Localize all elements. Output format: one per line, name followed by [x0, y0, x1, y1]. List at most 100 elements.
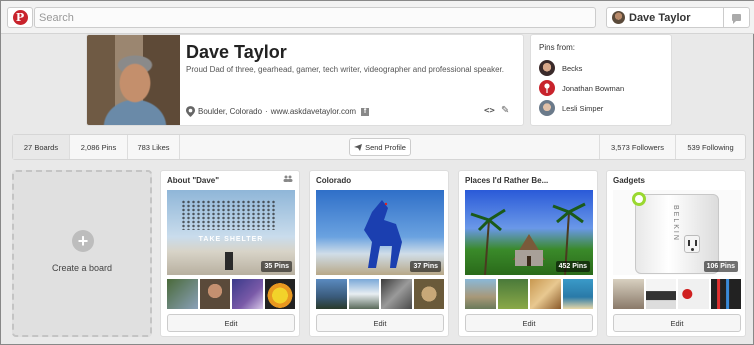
- followers-count: 3,573 Followers: [611, 142, 664, 152]
- likes-count: 783 Likes: [137, 142, 170, 152]
- pins-from-item[interactable]: Jonathan Bowman: [539, 80, 624, 96]
- pins-from-card: Pins from: Becks Jonathan Bowman Lesli S…: [530, 34, 672, 126]
- pins-from-item[interactable]: Lesli Simper: [539, 100, 603, 116]
- location-pin-icon: [186, 106, 195, 117]
- edit-board-button[interactable]: Edit: [613, 314, 741, 332]
- edit-board-button[interactable]: Edit: [316, 314, 444, 332]
- thumbnail[interactable]: [710, 279, 741, 309]
- thumbnail[interactable]: [199, 279, 230, 309]
- thumbnail[interactable]: [465, 279, 496, 309]
- pins-from-title: Pins from:: [539, 43, 576, 52]
- group-board-icon: [283, 175, 293, 184]
- profile-bio: Proud Dad of three, gearhead, gamer, tec…: [186, 65, 504, 74]
- pins-from-item[interactable]: Becks: [539, 60, 582, 76]
- board-card[interactable]: About "Dave" TAKE SHELTER 35 Pins Edit: [160, 170, 300, 337]
- thumbnail[interactable]: [645, 279, 676, 309]
- figure: [225, 252, 233, 270]
- board-cover-image[interactable]: 452 Pins: [465, 190, 593, 275]
- board-card[interactable]: Colorado 37 Pins Edit: [309, 170, 449, 337]
- cover-text: TAKE SHELTER: [198, 236, 264, 243]
- tab-likes[interactable]: 783 Likes: [128, 135, 180, 159]
- search-input[interactable]: Search: [34, 7, 596, 28]
- pins-from-name: Lesli Simper: [562, 103, 604, 113]
- tab-following[interactable]: 539 Following: [675, 135, 745, 159]
- thumbnail[interactable]: [497, 279, 528, 309]
- embed-icon[interactable]: <>: [484, 106, 495, 116]
- pin-count-badge: 37 Pins: [410, 261, 441, 272]
- cover-text: BELKIN: [672, 205, 679, 242]
- profile-card: Dave Taylor Proud Dad of three, gearhead…: [86, 34, 524, 126]
- avatar: [539, 80, 555, 96]
- thumbnail[interactable]: [167, 279, 198, 309]
- pin-count-badge: 452 Pins: [555, 261, 590, 272]
- thumbnail[interactable]: [413, 279, 444, 309]
- pinterest-logo-icon: P: [12, 10, 28, 25]
- edit-label: Edit: [522, 318, 536, 328]
- board-card[interactable]: Places I'd Rather Be... 452 Pins Edit: [458, 170, 598, 337]
- profile-location: Boulder, Colorado: [198, 107, 263, 116]
- board-title: Places I'd Rather Be...: [465, 176, 549, 185]
- thumbnail[interactable]: [232, 279, 263, 309]
- board-thumbnails: [167, 279, 295, 309]
- user-menu-button[interactable]: Dave Taylor: [606, 7, 724, 28]
- edit-label: Edit: [224, 318, 238, 328]
- thumbnail[interactable]: [316, 279, 347, 309]
- facebook-icon[interactable]: f: [361, 107, 370, 116]
- edit-label: Edit: [373, 318, 387, 328]
- send-icon: [354, 143, 363, 151]
- messages-button[interactable]: [724, 7, 750, 28]
- top-bar: P Search Dave Taylor: [1, 1, 754, 34]
- power-indicator: [632, 192, 646, 206]
- tab-pins[interactable]: 2,086 Pins: [70, 135, 128, 159]
- pins-count: 2,086 Pins: [80, 142, 117, 152]
- pinterest-logo-button[interactable]: P: [7, 7, 33, 28]
- outlet-socket: [684, 235, 700, 253]
- avatar: [539, 100, 555, 116]
- board-thumbnails: [465, 279, 593, 309]
- user-name: Dave Taylor: [629, 11, 691, 24]
- profile-location-row: Boulder, Colorado · www.askdavetaylor.co…: [186, 106, 370, 117]
- avatar: [612, 11, 625, 24]
- profile-website-link[interactable]: www.askdavetaylor.com: [271, 107, 356, 116]
- location-separator: ·: [265, 107, 268, 116]
- profile-stats-bar: 27 Boards 2,086 Pins 783 Likes Send Prof…: [12, 134, 746, 160]
- pin-count-badge: 106 Pins: [703, 261, 738, 272]
- edit-label: Edit: [670, 318, 684, 328]
- pin-count-badge: 35 Pins: [261, 261, 292, 272]
- board-cover-image[interactable]: 37 Pins: [316, 190, 444, 275]
- profile-name: Dave Taylor: [186, 42, 287, 62]
- thumbnail[interactable]: [348, 279, 379, 309]
- profile-photo[interactable]: [87, 35, 180, 125]
- edit-board-button[interactable]: Edit: [465, 314, 593, 332]
- edit-pencil-icon[interactable]: ✎: [501, 105, 509, 116]
- thumbnail[interactable]: [381, 279, 412, 309]
- board-thumbnails: [613, 279, 741, 309]
- send-profile-button[interactable]: Send Profile: [349, 138, 411, 156]
- board-cover-image[interactable]: TAKE SHELTER 35 Pins: [167, 190, 295, 275]
- board-card[interactable]: Gadgets BELKIN 106 Pins Edit: [606, 170, 746, 337]
- board-title: About "Dave": [167, 176, 220, 185]
- avatar: [539, 60, 555, 76]
- plus-icon: +: [72, 230, 94, 252]
- pushpin-icon: [544, 83, 550, 93]
- board-title: Gadgets: [613, 176, 646, 185]
- pins-from-name: Jonathan Bowman: [562, 83, 625, 93]
- edit-board-button[interactable]: Edit: [167, 314, 295, 332]
- board-title: Colorado: [316, 176, 352, 185]
- thumbnail[interactable]: [264, 279, 295, 309]
- thumbnail[interactable]: [562, 279, 593, 309]
- create-board-button[interactable]: + Create a board: [12, 170, 152, 337]
- boards-count: 27 Boards: [23, 142, 59, 152]
- board-thumbnails: [316, 279, 444, 309]
- pins-from-name: Becks: [562, 63, 583, 73]
- tab-followers[interactable]: 3,573 Followers: [599, 135, 675, 159]
- thumbnail[interactable]: [530, 279, 561, 309]
- tab-boards[interactable]: 27 Boards: [13, 135, 70, 159]
- thumbnail[interactable]: [613, 279, 644, 309]
- board-cover-image[interactable]: BELKIN 106 Pins: [613, 190, 741, 275]
- following-count: 539 Following: [687, 142, 734, 152]
- create-board-label: Create a board: [51, 263, 113, 273]
- send-profile-label: Send Profile: [365, 142, 406, 152]
- thumbnail[interactable]: [678, 279, 709, 309]
- birds-flock: [181, 200, 277, 230]
